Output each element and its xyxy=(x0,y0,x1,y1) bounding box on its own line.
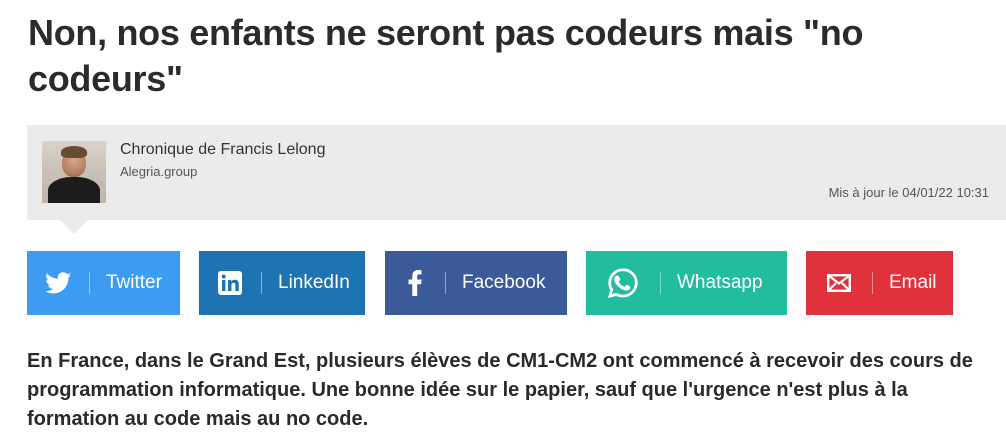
share-linkedin-button[interactable]: LinkedIn xyxy=(199,251,365,315)
share-email-label: Email xyxy=(889,272,937,293)
share-email-button[interactable]: Email xyxy=(806,251,953,315)
author-organization: Alegria.group xyxy=(120,164,198,179)
share-facebook-label: Facebook xyxy=(462,272,546,293)
email-icon xyxy=(806,251,872,315)
share-facebook-button[interactable]: Facebook xyxy=(385,251,567,315)
author-name[interactable]: Chronique de Francis Lelong xyxy=(120,141,325,159)
article-lead: En France, dans le Grand Est, plusieurs … xyxy=(27,350,973,430)
share-twitter-button[interactable]: Twitter xyxy=(27,251,180,315)
author-avatar[interactable] xyxy=(42,141,106,203)
author-box: Chronique de Francis Lelong Alegria.grou… xyxy=(27,125,1006,234)
whatsapp-icon xyxy=(586,251,660,315)
share-linkedin-label: LinkedIn xyxy=(278,272,350,293)
share-whatsapp-label: Whatsapp xyxy=(677,272,763,293)
facebook-icon xyxy=(385,251,445,315)
share-twitter-label: Twitter xyxy=(106,272,162,293)
share-whatsapp-button[interactable]: Whatsapp xyxy=(586,251,787,315)
updated-timestamp: Mis à jour le 04/01/22 10:31 xyxy=(828,185,989,200)
article-title: Non, nos enfants ne seront pas codeurs m… xyxy=(28,12,864,99)
linkedin-icon xyxy=(199,251,261,315)
twitter-icon xyxy=(27,251,89,315)
